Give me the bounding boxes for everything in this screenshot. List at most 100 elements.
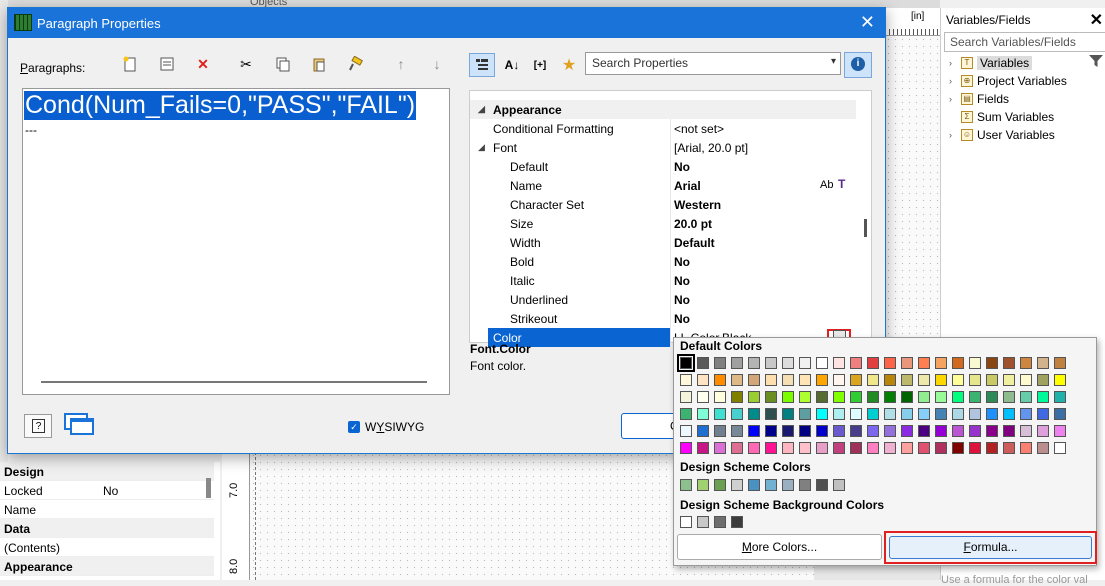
search-properties-input[interactable]: Search Properties ▾ <box>585 52 841 75</box>
property-category[interactable]: Data <box>0 519 214 538</box>
color-swatch[interactable] <box>952 391 964 403</box>
color-swatch[interactable] <box>714 516 726 528</box>
color-swatch[interactable] <box>901 391 913 403</box>
expand-collapse-icon[interactable]: [+] <box>527 53 553 77</box>
color-swatch[interactable] <box>697 479 709 491</box>
color-swatch[interactable] <box>850 357 862 369</box>
info-button[interactable]: i <box>844 52 872 78</box>
color-swatch[interactable] <box>697 442 709 454</box>
property-row[interactable]: Name Arial Ab T <box>470 176 856 195</box>
color-swatch[interactable] <box>867 408 879 420</box>
color-swatch[interactable] <box>884 374 896 386</box>
color-swatch[interactable] <box>816 374 828 386</box>
property-value[interactable]: No <box>674 160 690 174</box>
color-swatch[interactable] <box>884 357 896 369</box>
color-swatch[interactable] <box>782 408 794 420</box>
favorites-star-icon[interactable]: ★ <box>556 53 582 77</box>
window-preview-icon[interactable] <box>64 413 94 435</box>
color-swatch[interactable] <box>680 425 692 437</box>
color-swatch[interactable] <box>782 391 794 403</box>
color-swatch[interactable] <box>850 408 862 420</box>
move-up-icon[interactable]: ↑ <box>391 54 411 74</box>
color-swatch[interactable] <box>901 425 913 437</box>
color-swatch[interactable] <box>969 408 981 420</box>
color-swatch[interactable] <box>714 425 726 437</box>
color-swatch[interactable] <box>765 479 777 491</box>
property-value[interactable]: No <box>674 312 690 326</box>
color-swatch[interactable] <box>969 374 981 386</box>
scrollbar-thumb[interactable] <box>864 219 867 237</box>
color-swatch[interactable] <box>782 425 794 437</box>
chevron-right-icon[interactable]: › <box>949 76 959 86</box>
color-swatch[interactable] <box>986 425 998 437</box>
property-value[interactable]: No <box>674 255 690 269</box>
property-row[interactable]: Bold No <box>470 252 856 271</box>
color-swatch[interactable] <box>833 442 845 454</box>
color-swatch[interactable] <box>731 408 743 420</box>
color-swatch[interactable] <box>986 357 998 369</box>
color-swatch[interactable] <box>918 391 930 403</box>
color-swatch[interactable] <box>1003 357 1015 369</box>
tree-item[interactable]: › ▤ Fields <box>949 91 1009 107</box>
move-down-icon[interactable]: ↓ <box>427 54 447 74</box>
color-swatch[interactable] <box>680 516 692 528</box>
color-swatch[interactable] <box>782 374 794 386</box>
color-swatch[interactable] <box>833 357 845 369</box>
property-row[interactable]: (Contents) <box>0 538 214 557</box>
formula-button[interactable]: Formula... <box>889 536 1092 559</box>
color-swatch[interactable] <box>901 442 913 454</box>
color-swatch[interactable] <box>816 442 828 454</box>
color-swatch[interactable] <box>1020 408 1032 420</box>
color-swatch[interactable] <box>731 442 743 454</box>
color-swatch[interactable] <box>969 357 981 369</box>
color-swatch[interactable] <box>697 391 709 403</box>
color-swatch[interactable] <box>816 479 828 491</box>
color-swatch[interactable] <box>901 408 913 420</box>
color-swatch[interactable] <box>782 442 794 454</box>
color-swatch[interactable] <box>765 374 777 386</box>
color-swatch[interactable] <box>799 391 811 403</box>
property-row[interactable]: Italic No <box>470 271 856 290</box>
property-category[interactable]: Design <box>0 462 214 481</box>
color-swatch[interactable] <box>765 442 777 454</box>
categorized-view-icon[interactable] <box>469 53 495 77</box>
color-swatch[interactable] <box>714 357 726 369</box>
color-swatch[interactable] <box>799 374 811 386</box>
color-swatch[interactable] <box>1054 408 1066 420</box>
color-swatch[interactable] <box>1020 425 1032 437</box>
color-swatch[interactable] <box>799 357 811 369</box>
color-swatch[interactable] <box>850 425 862 437</box>
more-colors-button[interactable]: More Colors... <box>677 534 882 560</box>
wysiwyg-label[interactable]: WYSIWYG <box>365 420 424 434</box>
new-paragraph-icon[interactable] <box>120 54 140 74</box>
color-swatch[interactable] <box>918 408 930 420</box>
wysiwyg-checkbox[interactable]: ✓ <box>348 421 360 433</box>
color-swatch[interactable] <box>714 408 726 420</box>
collapse-icon[interactable]: ◢ <box>478 104 485 115</box>
color-swatch[interactable] <box>1037 442 1049 454</box>
color-swatch[interactable] <box>952 408 964 420</box>
tree-item[interactable]: › ⊕ Project Variables <box>949 73 1067 89</box>
color-swatch[interactable] <box>714 442 726 454</box>
property-row[interactable]: Strikeout No <box>470 309 856 328</box>
property-row[interactable]: Underlined No <box>470 290 856 309</box>
chevron-right-icon[interactable]: › <box>949 58 959 68</box>
color-swatch[interactable] <box>952 357 964 369</box>
color-swatch[interactable] <box>935 408 947 420</box>
color-swatch[interactable] <box>748 425 760 437</box>
color-swatch[interactable] <box>680 479 692 491</box>
color-swatch[interactable] <box>952 374 964 386</box>
property-row[interactable]: Name <box>0 500 214 519</box>
color-swatch[interactable] <box>816 425 828 437</box>
paragraph-separator[interactable]: --- <box>25 123 37 137</box>
color-swatch[interactable] <box>1037 357 1049 369</box>
color-swatch[interactable] <box>867 442 879 454</box>
property-row[interactable]: Conditional Formatting <not set> <box>470 119 856 138</box>
horizontal-scrollbar[interactable] <box>41 381 427 383</box>
color-swatch[interactable] <box>935 374 947 386</box>
color-swatch[interactable] <box>850 374 862 386</box>
color-swatch[interactable] <box>1020 442 1032 454</box>
color-swatch[interactable] <box>799 425 811 437</box>
paste-icon[interactable] <box>309 54 329 74</box>
property-category[interactable]: ◢ Appearance <box>470 100 856 119</box>
